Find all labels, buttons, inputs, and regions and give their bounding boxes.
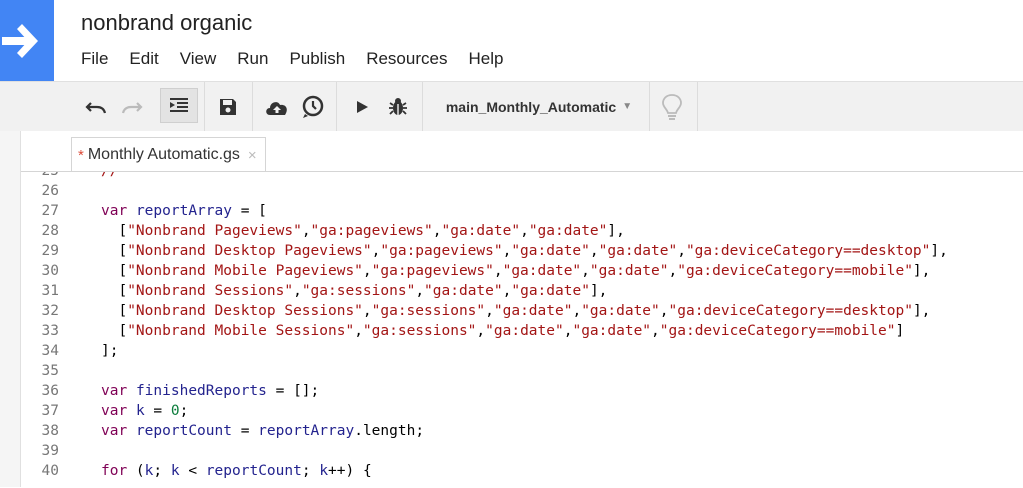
line-number: 37 <box>41 403 59 419</box>
code-editor[interactable]: 25 // 26 27 var reportArray = [ 28 ["Nonbrand… <box>21 171 1023 488</box>
undo-icon <box>85 101 107 113</box>
line-number: 25 <box>41 171 59 179</box>
code-text[interactable]: ["Nonbrand Pageviews","ga:pageviews","ga… <box>101 221 624 241</box>
indent-button[interactable] <box>160 88 198 123</box>
file-tab-label: Monthly Automatic.gs <box>87 146 240 163</box>
deploy-button[interactable] <box>262 82 292 131</box>
line-number: 29 <box>41 243 59 259</box>
code-text[interactable]: var k = 0; <box>101 401 188 421</box>
line-number: 40 <box>41 463 59 479</box>
code-text[interactable]: for (k; k < reportCount; k++) { <box>101 461 372 481</box>
triggers-button[interactable] <box>298 82 328 131</box>
line-number: 38 <box>41 423 59 439</box>
menu-file[interactable]: File <box>81 49 108 69</box>
code-text[interactable]: ["Nonbrand Sessions","ga:sessions","ga:d… <box>101 281 607 301</box>
menu-publish[interactable]: Publish <box>289 49 345 69</box>
code-text[interactable]: // <box>101 172 118 181</box>
files-panel-edge <box>0 131 21 487</box>
debug-button[interactable] <box>384 82 412 131</box>
apps-script-logo[interactable] <box>0 0 54 81</box>
arrow-right-icon <box>2 24 38 58</box>
menu-help[interactable]: Help <box>468 49 503 69</box>
toolbar-divider <box>649 82 650 131</box>
toolbar-divider <box>252 82 253 131</box>
menu-edit[interactable]: Edit <box>129 49 158 69</box>
function-select[interactable]: main_Monthly_Automatic ▼ <box>430 82 648 131</box>
play-icon <box>357 100 368 113</box>
code-text[interactable]: var reportCount = reportArray.length; <box>101 421 424 441</box>
undo-button[interactable] <box>82 82 110 131</box>
lightbulb-icon <box>662 93 682 120</box>
line-number: 26 <box>41 183 59 199</box>
code-text[interactable]: ]; <box>101 341 118 361</box>
indent-icon <box>170 97 188 112</box>
close-icon[interactable]: × <box>248 147 257 164</box>
line-number: 36 <box>41 383 59 399</box>
save-icon <box>220 98 236 115</box>
unsaved-marker: * <box>78 146 84 164</box>
code-text[interactable]: var reportArray = [ <box>101 201 267 221</box>
code-text[interactable]: ["Nonbrand Desktop Pageviews","ga:pagevi… <box>101 241 947 261</box>
line-number: 35 <box>41 363 59 379</box>
code-text[interactable]: ["Nonbrand Mobile Pageviews","ga:pagevie… <box>101 261 930 281</box>
toolbar-divider <box>697 82 698 131</box>
run-button[interactable] <box>348 82 376 131</box>
toolbar-divider <box>204 82 205 131</box>
hint-button[interactable] <box>655 82 689 131</box>
code-text[interactable]: var finishedReports = []; <box>101 381 319 401</box>
function-select-value: main_Monthly_Automatic <box>445 98 617 115</box>
cloud-upload-icon <box>266 101 287 115</box>
toolbar: main_Monthly_Automatic ▼ <box>0 81 1023 132</box>
redo-icon <box>121 101 143 113</box>
line-number: 27 <box>41 203 59 219</box>
clock-icon <box>302 95 324 118</box>
line-number: 34 <box>41 343 59 359</box>
code-text[interactable]: ["Nonbrand Desktop Sessions","ga:session… <box>101 301 930 321</box>
menu-resources[interactable]: Resources <box>366 49 447 69</box>
toolbar-divider <box>336 82 337 131</box>
line-number: 30 <box>41 263 59 279</box>
chevron-down-icon: ▼ <box>622 101 633 112</box>
menu-bar: File Edit View Run Publish Resources Hel… <box>81 49 524 69</box>
file-tab[interactable]: * Monthly Automatic.gs × <box>71 137 266 172</box>
code-text[interactable]: ["Nonbrand Mobile Sessions","ga:sessions… <box>101 321 904 341</box>
redo-button[interactable] <box>118 82 146 131</box>
line-number: 33 <box>41 323 59 339</box>
line-number: 39 <box>41 443 59 459</box>
line-number: 31 <box>41 283 59 299</box>
line-number: 32 <box>41 303 59 319</box>
bug-icon <box>389 97 407 115</box>
menu-run[interactable]: Run <box>237 49 268 69</box>
save-button[interactable] <box>213 82 243 131</box>
line-number: 28 <box>41 223 59 239</box>
project-title[interactable]: nonbrand organic <box>81 10 252 36</box>
menu-view[interactable]: View <box>180 49 217 69</box>
toolbar-divider <box>422 82 423 131</box>
